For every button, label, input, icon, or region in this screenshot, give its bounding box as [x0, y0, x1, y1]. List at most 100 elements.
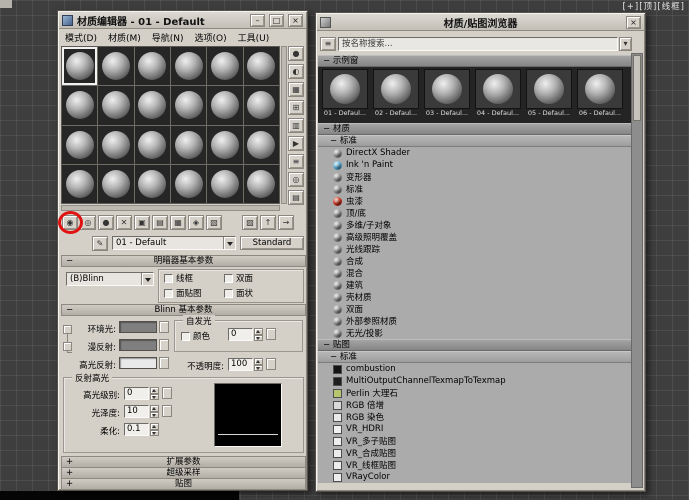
chevron-down-icon[interactable] [223, 237, 235, 249]
map-item[interactable]: MultiOutputChannelTexmapToTexmap [318, 375, 633, 387]
sample-slot[interactable] [98, 86, 133, 124]
browser-scrollbar[interactable] [631, 53, 643, 488]
map-item[interactable]: VRayColor [318, 471, 633, 483]
sample-slot[interactable] [244, 47, 279, 85]
sample-slot[interactable] [207, 126, 242, 164]
go-to-parent-button[interactable]: ↑ [260, 215, 276, 230]
material-id-button[interactable]: ◈ [188, 215, 204, 230]
material-item[interactable]: DirectX Shader [318, 147, 633, 159]
menu-navigation[interactable]: 导航(N) [152, 31, 184, 42]
maps-standard-group-header[interactable]: 标准 [318, 351, 633, 363]
viewport-label[interactable]: [+][顶][线框] [622, 0, 685, 12]
material-type-button[interactable]: Standard [240, 236, 304, 250]
sample-slot[interactable] [207, 47, 242, 85]
glossiness-spinner[interactable]: 10 [124, 405, 159, 418]
map-item[interactable]: RGB 染色 [318, 411, 633, 423]
self-illum-map-button[interactable] [266, 328, 276, 340]
sample-slot[interactable] [98, 47, 133, 85]
chevron-down-icon[interactable] [141, 273, 153, 285]
faceted-checkbox[interactable] [224, 289, 233, 298]
reset-button[interactable]: ✕ [116, 215, 132, 230]
spinner-arrows-icon[interactable] [150, 405, 159, 418]
map-item[interactable]: combustion [318, 363, 633, 375]
sample-slots-header[interactable]: 示例窗 [318, 55, 633, 67]
glossiness-map-button[interactable] [162, 405, 172, 417]
spinner-arrows-icon[interactable] [150, 387, 159, 400]
material-item[interactable]: 双面 [318, 303, 633, 315]
video-color-check-button[interactable]: ▥ [288, 118, 304, 133]
menu-utilities[interactable]: 工具(U) [238, 31, 270, 42]
rollout-maps[interactable]: 贴图 [61, 478, 306, 490]
sample-uv-tiling-button[interactable]: ⊞ [288, 100, 304, 115]
material-map-navigator-button[interactable]: ▤ [288, 190, 304, 205]
pick-material-button[interactable]: ✎ [92, 236, 108, 251]
opacity-spinner[interactable]: 100 [228, 358, 263, 371]
make-unique-button[interactable]: ▤ [152, 215, 168, 230]
minimize-button[interactable]: – [250, 14, 265, 27]
self-illum-spinner[interactable]: 0 [228, 328, 263, 341]
sample-slot[interactable] [98, 165, 133, 203]
maximize-button[interactable]: □ [269, 14, 284, 27]
show-map-in-viewport-button[interactable]: ▧ [206, 215, 222, 230]
thumbnail-item[interactable]: 03 - Defaul... [423, 69, 471, 121]
menu-options[interactable]: 选项(O) [195, 31, 227, 42]
sample-slot[interactable] [244, 126, 279, 164]
materials-section-header[interactable]: 材质 [318, 123, 633, 135]
close-button[interactable]: × [288, 14, 303, 27]
thumbnail-item[interactable]: 01 - Defaul... [321, 69, 369, 121]
material-editor-titlebar[interactable]: 材质编辑器 - 01 - Default – □ × [59, 12, 306, 29]
select-by-material-button[interactable]: ◎ [288, 172, 304, 187]
thumbnail-item[interactable]: 02 - Defaul... [372, 69, 420, 121]
rollout-shader-basic-params[interactable]: 明暗器基本参数 [61, 255, 306, 267]
material-item[interactable]: 变形器 [318, 171, 633, 183]
specular-map-button[interactable] [159, 357, 169, 369]
browser-options-button[interactable]: ≡ [320, 37, 336, 51]
material-item[interactable]: 顶/底 [318, 207, 633, 219]
diffuse-color-swatch[interactable] [119, 339, 157, 351]
thumbnail-item[interactable]: 04 - Defaul... [474, 69, 522, 121]
sample-slot[interactable] [207, 165, 242, 203]
browser-titlebar[interactable]: 材质/贴图浏览器 × [317, 14, 644, 31]
scrollbar-thumb[interactable] [633, 55, 641, 121]
material-item[interactable]: 光线跟踪 [318, 243, 633, 255]
map-item[interactable]: VR_线框贴图 [318, 459, 633, 471]
material-item[interactable]: Ink 'n Paint [318, 159, 633, 171]
sample-slot[interactable] [62, 47, 97, 85]
ambient-diffuse-copy-button[interactable] [159, 321, 169, 333]
make-copy-button[interactable]: ▣ [134, 215, 150, 230]
sample-slot[interactable] [171, 165, 206, 203]
soften-spinner[interactable]: 0.1 [124, 423, 159, 436]
shader-dropdown[interactable]: (B)Blinn [66, 272, 154, 286]
map-item[interactable]: VR_合成贴图 [318, 447, 633, 459]
sample-slot[interactable] [98, 126, 133, 164]
map-item[interactable]: VR_HDRI [318, 423, 633, 435]
backlight-button[interactable]: ◐ [288, 64, 304, 79]
sample-slot[interactable] [62, 86, 97, 124]
sample-type-button[interactable]: ● [288, 46, 304, 61]
specular-level-spinner[interactable]: 0 [124, 387, 159, 400]
ambient-diffuse-lock-button[interactable] [63, 325, 72, 334]
map-item[interactable]: RGB 倍增 [318, 399, 633, 411]
sample-slot[interactable] [244, 86, 279, 124]
put-to-library-button[interactable]: ▦ [170, 215, 186, 230]
search-menu-button[interactable]: ▾ [619, 37, 632, 51]
map-item[interactable]: Perlin 大理石 [318, 387, 633, 399]
options-button[interactable]: ≡ [288, 154, 304, 169]
ambient-color-swatch[interactable] [119, 321, 157, 333]
material-item[interactable]: 壳材质 [318, 291, 633, 303]
material-item[interactable]: 多维/子对象 [318, 219, 633, 231]
sample-slot[interactable] [171, 126, 206, 164]
sample-horizontal-scrollbar[interactable] [61, 205, 280, 211]
menu-modes[interactable]: 模式(D) [65, 31, 97, 42]
maps-section-header[interactable]: 贴图 [318, 339, 633, 351]
search-input[interactable] [338, 37, 618, 51]
material-item[interactable]: 标准 [318, 183, 633, 195]
wire-checkbox[interactable] [164, 274, 173, 283]
spinner-arrows-icon[interactable] [254, 328, 263, 341]
show-end-result-button[interactable]: ▨ [242, 215, 258, 230]
sample-slot[interactable] [135, 165, 170, 203]
sample-slot[interactable] [207, 86, 242, 124]
self-illum-color-checkbox[interactable] [181, 332, 190, 341]
material-item[interactable]: 外部参照材质 [318, 315, 633, 327]
materials-standard-group-header[interactable]: 标准 [318, 135, 633, 147]
